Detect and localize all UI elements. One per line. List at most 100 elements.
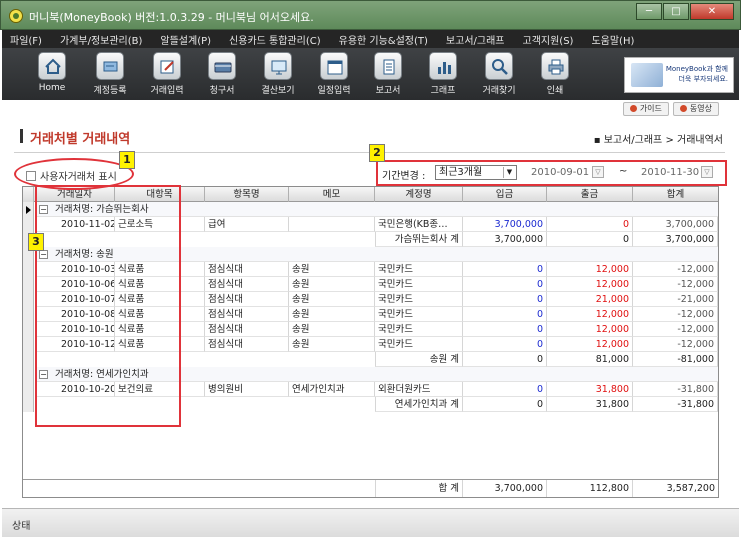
grand-total-row: 합 계 3,700,000 112,800 3,587,200 bbox=[23, 479, 718, 497]
promo-banner[interactable]: MoneyBook과 함께 더욱 부자되세요. bbox=[624, 57, 734, 93]
col-item-name[interactable]: 항목명 bbox=[205, 187, 289, 202]
search-icon bbox=[485, 52, 513, 80]
toolbar-report-button[interactable]: 보고서 bbox=[366, 52, 410, 96]
toolbar-card-bill-button[interactable]: 청구서 bbox=[200, 52, 244, 96]
cell-account: 국민카드 bbox=[375, 292, 463, 307]
cell-in: 0 bbox=[463, 262, 547, 277]
monitor-icon bbox=[264, 52, 292, 80]
cell-total: 3,700,000 bbox=[633, 217, 718, 232]
annotation-box-3 bbox=[35, 185, 181, 427]
cell-in: 0 bbox=[463, 307, 547, 322]
subtotal-out: 81,000 bbox=[547, 352, 633, 367]
home-icon bbox=[38, 52, 66, 80]
cell-memo: 송원 bbox=[289, 292, 375, 307]
annotation-box-2 bbox=[376, 160, 727, 186]
col-expense[interactable]: 출금 bbox=[547, 187, 633, 202]
toolbar-label: 계정등록 bbox=[93, 86, 127, 96]
col-memo[interactable]: 메모 bbox=[289, 187, 375, 202]
status-text: 상태 bbox=[12, 521, 31, 532]
col-income[interactable]: 입금 bbox=[463, 187, 547, 202]
cell-out: 12,000 bbox=[547, 337, 633, 352]
toolbar-schedule-button[interactable]: 일정입력 bbox=[312, 52, 356, 96]
toolbar-account-register-button[interactable]: 계정등록 bbox=[88, 52, 132, 96]
cell-account: 외환더원카드 bbox=[375, 382, 463, 397]
cell-memo: 연세가인치과 bbox=[289, 382, 375, 397]
cell-in: 0 bbox=[463, 337, 547, 352]
menu-support[interactable]: 고객지원(S) bbox=[523, 32, 574, 47]
subtotal-label: 송원 계 bbox=[375, 352, 463, 367]
title-accent bbox=[20, 129, 23, 143]
cell-item: 점심식대 bbox=[205, 322, 289, 337]
cell-account: 국민카드 bbox=[375, 337, 463, 352]
toolbar-print-button[interactable]: 인쇄 bbox=[533, 52, 577, 96]
cell-in: 3,700,000 bbox=[463, 217, 547, 232]
cell-total: -12,000 bbox=[633, 307, 718, 322]
minimize-button[interactable]: ─ bbox=[636, 3, 662, 20]
toolbar-label: 인쇄 bbox=[546, 86, 564, 96]
row-indicator[interactable] bbox=[23, 367, 34, 382]
guide-button[interactable]: 가이드 bbox=[622, 102, 669, 116]
maximize-button[interactable]: □ bbox=[663, 3, 689, 20]
cell-total: -12,000 bbox=[633, 337, 718, 352]
toolbar-home-button[interactable]: Home bbox=[30, 52, 74, 93]
toolbar-find-transaction-button[interactable]: 거래찾기 bbox=[477, 52, 521, 96]
breadcrumb: ▪ 보고서/그래프 > 거래내역서 bbox=[593, 135, 723, 146]
menu-planning[interactable]: 알뜰설계(P) bbox=[160, 32, 211, 47]
toolbar-settlement-button[interactable]: 결산보기 bbox=[256, 52, 300, 96]
cell-account: 국민카드 bbox=[375, 277, 463, 292]
subtotal-total: -31,800 bbox=[633, 397, 718, 412]
subtotal-in: 0 bbox=[463, 352, 547, 367]
col-account[interactable]: 계정명 bbox=[375, 187, 463, 202]
cell-total: -12,000 bbox=[633, 322, 718, 337]
cell-item: 점심식대 bbox=[205, 337, 289, 352]
cell-account: 국민카드 bbox=[375, 262, 463, 277]
cell-item: 점심식대 bbox=[205, 292, 289, 307]
subtotal-in: 0 bbox=[463, 397, 547, 412]
cell-out: 0 bbox=[547, 217, 633, 232]
annotation-badge-2: 2 bbox=[369, 144, 385, 162]
toolbar-label: 보고서 bbox=[375, 86, 401, 96]
cell-total: -12,000 bbox=[633, 277, 718, 292]
cell-memo: 송원 bbox=[289, 307, 375, 322]
cell-in: 0 bbox=[463, 382, 547, 397]
menu-tools-settings[interactable]: 유용한 기능&설정(T) bbox=[339, 32, 428, 47]
menu-ledger[interactable]: 가계부/정보관리(B) bbox=[60, 32, 142, 47]
grand-total-expense: 112,800 bbox=[547, 480, 633, 497]
cell-total: -21,000 bbox=[633, 292, 718, 307]
toolbar-graph-button[interactable]: 그래프 bbox=[421, 52, 465, 96]
cell-item: 점심식대 bbox=[205, 277, 289, 292]
toolbar: Home 계정등록 거래입력 청구서 결산보기 일정입력 보고서 그래프 거래찾… bbox=[2, 48, 739, 100]
cell-item: 병의원비 bbox=[205, 382, 289, 397]
annotation-badge-3: 3 bbox=[28, 233, 44, 251]
menu-credit-card[interactable]: 신용카드 통합관리(C) bbox=[229, 32, 321, 47]
video-button[interactable]: 동영상 bbox=[672, 102, 719, 116]
cell-out: 12,000 bbox=[547, 262, 633, 277]
toolbar-label: 거래입력 bbox=[150, 86, 184, 96]
grand-total-income: 3,700,000 bbox=[463, 480, 547, 497]
toolbar-transaction-entry-button[interactable]: 거래입력 bbox=[145, 52, 189, 96]
row-indicator[interactable] bbox=[23, 202, 34, 217]
cell-item: 점심식대 bbox=[205, 262, 289, 277]
menu-help[interactable]: 도움말(H) bbox=[591, 32, 634, 47]
close-button[interactable]: ✕ bbox=[690, 3, 734, 20]
subtotal-out: 0 bbox=[547, 232, 633, 247]
toolbar-label: 거래찾기 bbox=[482, 86, 516, 96]
menu-reports[interactable]: 보고서/그래프 bbox=[446, 32, 505, 47]
cell-memo: 송원 bbox=[289, 262, 375, 277]
app-logo-icon bbox=[9, 9, 23, 23]
guide-buttons: 가이드 동영상 bbox=[619, 102, 719, 116]
card-bill-icon bbox=[208, 52, 236, 80]
page-title: 거래처별 거래내역 bbox=[30, 132, 131, 147]
cell-item: 급여 bbox=[205, 217, 289, 232]
status-bar: 상태 bbox=[2, 508, 739, 537]
cell-in: 0 bbox=[463, 277, 547, 292]
toolbar-label: Home bbox=[38, 83, 66, 93]
toolbar-label: 일정입력 bbox=[317, 86, 351, 96]
col-total[interactable]: 합계 bbox=[633, 187, 718, 202]
header-indicator bbox=[23, 187, 34, 202]
menu-file[interactable]: 파일(F) bbox=[10, 32, 42, 47]
cell-total: -12,000 bbox=[633, 262, 718, 277]
current-row-arrow-icon bbox=[26, 206, 31, 214]
window-controls: ─ □ ✕ bbox=[635, 3, 734, 20]
toolbar-label: 그래프 bbox=[430, 86, 456, 96]
